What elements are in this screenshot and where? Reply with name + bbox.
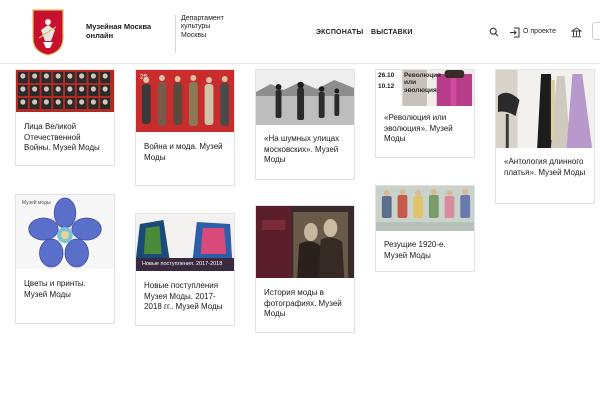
exhibition-card[interactable]: 25 Война и мода. Музей Моды bbox=[135, 69, 235, 186]
card-title[interactable]: Война и мода. Музей Моды bbox=[144, 142, 228, 163]
exhibition-card[interactable]: Лица Великой Отечественной Войны. Музей … bbox=[15, 69, 115, 166]
card-title[interactable]: «Антология длинного платья». Музей Моды bbox=[504, 157, 588, 178]
exhibition-card[interactable]: Резущие 1920-е. Музей Моды bbox=[375, 185, 475, 272]
search-icon[interactable] bbox=[488, 26, 500, 38]
nav-exhibits[interactable]: ЭКСПОНАТЫ bbox=[316, 29, 363, 36]
card-title[interactable]: Новые поступления Музея Моды. 2017-2018 … bbox=[144, 281, 228, 313]
exhibition-card[interactable]: История моды в фотографиях. Музей Моды bbox=[255, 205, 355, 333]
card-thumbnail bbox=[16, 195, 114, 269]
card-thumbnail bbox=[376, 186, 474, 231]
site-title[interactable]: Музейная Москва онлайн bbox=[86, 22, 168, 40]
card-title[interactable]: Резущие 1920-е. Музей Моды bbox=[384, 240, 468, 261]
about-link[interactable]: О проекте bbox=[523, 28, 556, 35]
card-title[interactable]: История моды в фотографиях. Музей Моды bbox=[264, 288, 348, 320]
card-thumbnail bbox=[256, 206, 354, 278]
card-title[interactable]: «Революция или эволюция». Музей Моды bbox=[384, 113, 468, 145]
thumb-caption: Новые поступления. 2017-2018 bbox=[142, 261, 223, 267]
login-icon[interactable] bbox=[508, 26, 520, 38]
exhibition-card[interactable]: Новые поступления. 2017-2018 Новые посту… bbox=[135, 213, 235, 326]
exhibition-card[interactable]: «Антология длинного платья». Музей Моды bbox=[495, 69, 595, 204]
card-title[interactable]: Лица Великой Отечественной Войны. Музей … bbox=[24, 122, 108, 154]
museum-icon[interactable] bbox=[570, 26, 582, 38]
card-title[interactable]: «На шумных улицах московских». Музей Мод… bbox=[264, 134, 348, 166]
department-label[interactable]: Департамент культуры Москвы bbox=[175, 15, 235, 53]
thumb-caption: Революция или эволюция bbox=[404, 72, 441, 94]
menu-button[interactable] bbox=[592, 22, 600, 40]
nav-exhibitions[interactable]: ВЫСТАВКИ bbox=[371, 29, 413, 36]
card-thumbnail bbox=[256, 70, 354, 125]
moscow-coat-of-arms-logo[interactable] bbox=[32, 8, 64, 56]
site-header: Музейная Москва онлайн Департамент культ… bbox=[0, 0, 600, 64]
svg-text:25: 25 bbox=[140, 74, 148, 81]
card-thumbnail bbox=[496, 70, 594, 148]
thumb-brand: Музей моды bbox=[22, 200, 51, 206]
exhibition-card[interactable]: «На шумных улицах московских». Музей Мод… bbox=[255, 69, 355, 180]
card-thumbnail bbox=[16, 70, 114, 112]
exhibition-card[interactable]: Музей моды Цветы и принты. Музей Моды bbox=[15, 194, 115, 324]
card-thumbnail: 25 bbox=[136, 70, 234, 132]
exhibition-card[interactable]: 26.10 10.12 Революция или эволюция «Рево… bbox=[375, 69, 475, 158]
thumb-dates: 26.10 10.12 bbox=[378, 72, 395, 91]
card-title[interactable]: Цветы и принты. Музей Моды bbox=[24, 279, 108, 300]
